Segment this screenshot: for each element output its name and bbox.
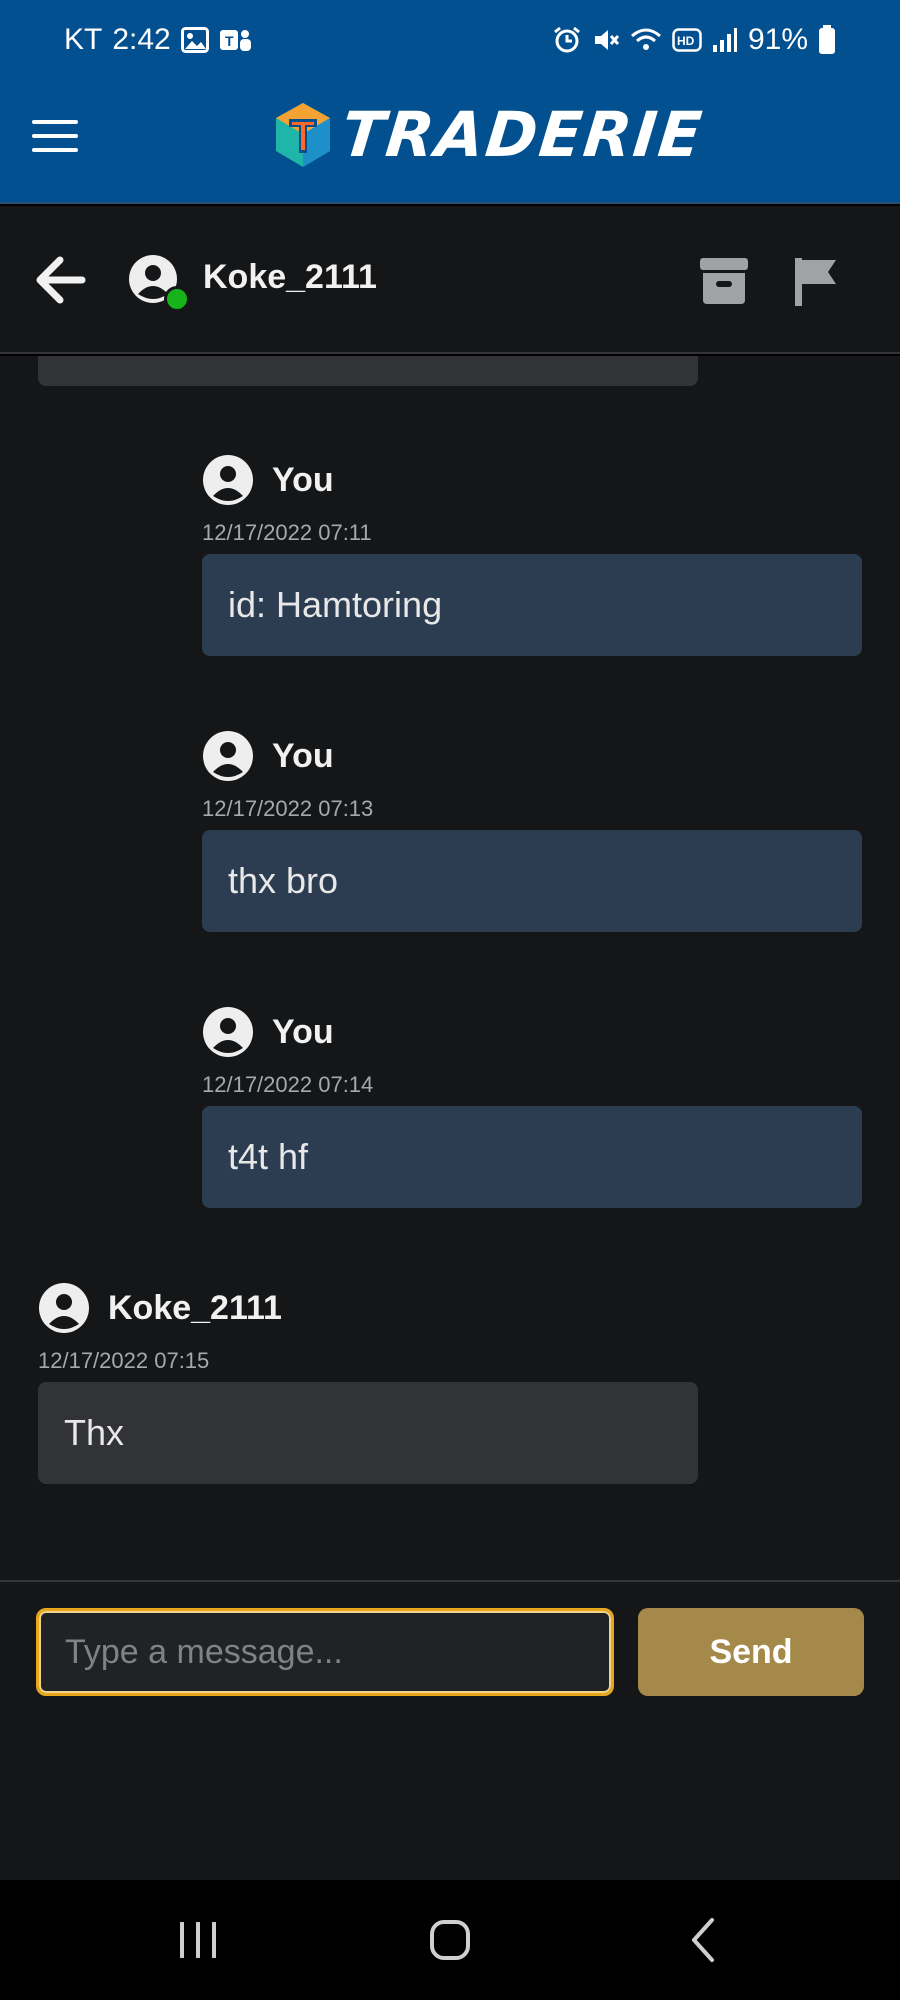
system-back-icon[interactable] <box>674 1910 734 1970</box>
message-item: You 12/17/2022 07:11 id: Hamtoring <box>202 452 862 656</box>
message-sender: Koke_2111 <box>108 1288 282 1327</box>
signal-icon <box>712 27 738 53</box>
partner-avatar-icon <box>39 1283 89 1333</box>
message-bubble: Thx <box>38 1382 698 1484</box>
clock: 2:42 <box>112 23 171 56</box>
message-bubble: thx bro <box>202 830 862 932</box>
user-avatar-icon <box>203 1007 253 1057</box>
traderie-logo-icon <box>276 102 330 167</box>
message-header: You <box>202 1004 862 1060</box>
status-left: KT 2:42 T <box>64 23 253 57</box>
message-sender: You <box>272 736 334 775</box>
hamburger-menu-icon[interactable] <box>32 116 78 156</box>
logo-text: TRADERIE <box>338 98 707 171</box>
hd-icon: HD <box>672 28 702 52</box>
message-composer: Send <box>0 1580 900 1880</box>
battery-icon <box>818 25 836 55</box>
svg-text:T: T <box>225 33 234 49</box>
battery-percent: 91% <box>747 23 808 56</box>
flag-icon[interactable] <box>792 256 840 308</box>
home-icon[interactable] <box>420 1910 480 1970</box>
message-timestamp: 12/17/2022 07:11 <box>202 520 372 545</box>
online-status-dot <box>164 286 190 312</box>
mute-icon <box>592 26 620 54</box>
user-avatar-icon <box>203 455 253 505</box>
user-avatar-icon <box>203 731 253 781</box>
message-list[interactable]: You 12/17/2022 07:11 id: Hamtoring You 1… <box>0 356 900 1580</box>
back-arrow-icon[interactable] <box>36 252 86 308</box>
message-input[interactable] <box>36 1608 614 1696</box>
message-bubble: t4t hf <box>202 1106 862 1208</box>
message-sender: You <box>272 1012 334 1051</box>
message-header: Koke_2111 <box>38 1280 698 1336</box>
send-button[interactable]: Send <box>638 1608 864 1696</box>
system-nav-bar <box>0 1880 900 2000</box>
chat-partner-name[interactable]: Koke_2111 <box>203 258 377 297</box>
carrier-label: KT <box>64 23 103 56</box>
traderie-logo[interactable]: TRADERIE <box>272 98 707 171</box>
recent-apps-icon[interactable] <box>168 1910 228 1970</box>
svg-text:HD: HD <box>677 34 695 48</box>
message-header: You <box>202 728 862 784</box>
message-bubble: id: Hamtoring <box>202 554 862 656</box>
status-bar: KT 2:42 T HD 91% <box>0 0 900 80</box>
message-sender: You <box>272 460 334 499</box>
alarm-icon <box>552 25 582 55</box>
message-timestamp: 12/17/2022 07:14 <box>202 1072 374 1097</box>
gallery-icon <box>180 27 209 53</box>
message-timestamp: 12/17/2022 07:15 <box>38 1348 210 1373</box>
app-header: TRADERIE <box>0 80 900 204</box>
status-right: HD 91% <box>552 23 836 57</box>
wifi-icon <box>630 26 662 54</box>
message-item: You 12/17/2022 07:13 thx bro <box>202 728 862 932</box>
message-item: Koke_2111 12/17/2022 07:15 Thx <box>38 1280 698 1484</box>
message-timestamp: 12/17/2022 07:13 <box>202 796 374 821</box>
archive-icon[interactable] <box>698 256 750 306</box>
previous-message-bubble <box>38 356 698 386</box>
message-item: You 12/17/2022 07:14 t4t hf <box>202 1004 862 1208</box>
message-header: You <box>202 452 862 508</box>
teams-icon: T <box>219 26 253 54</box>
